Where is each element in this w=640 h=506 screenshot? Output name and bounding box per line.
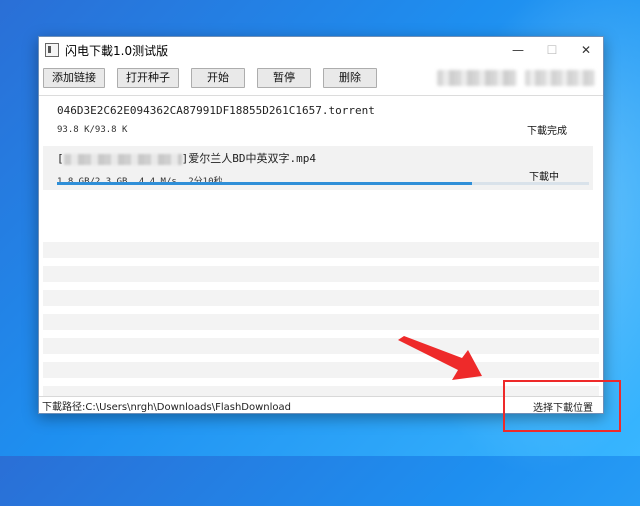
highlight-box: [503, 380, 621, 432]
arrow-shape: [398, 336, 482, 380]
